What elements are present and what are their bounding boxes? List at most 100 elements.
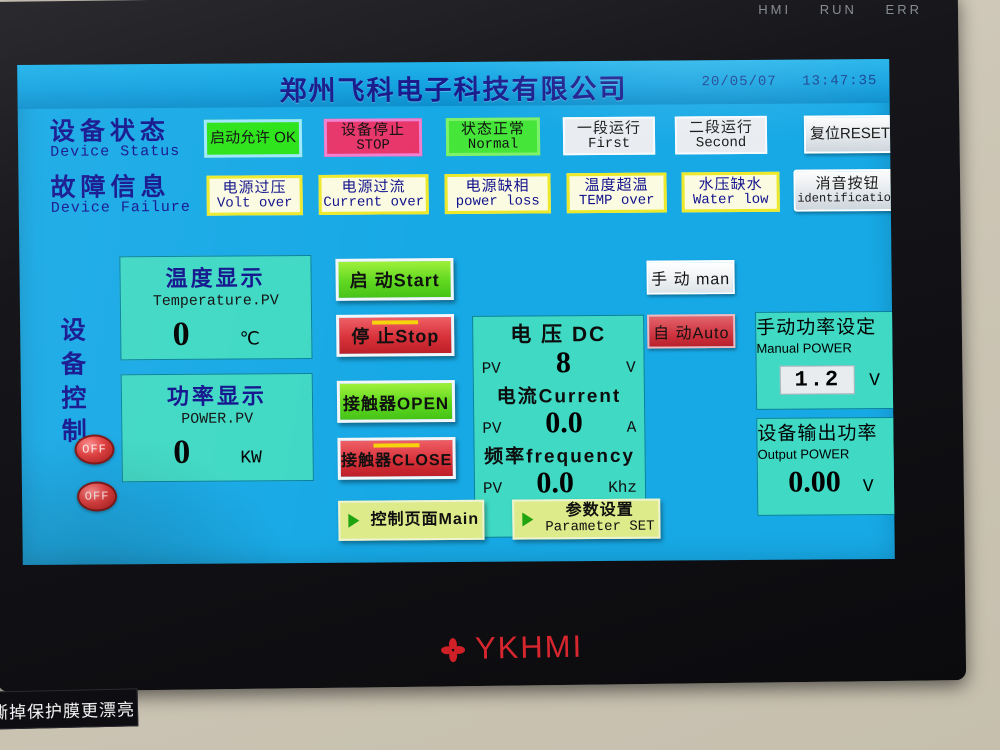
manual-mode-label: 手 动 man [651,271,731,289]
nav-main-page-text: 控制页面Main [367,510,482,529]
contactor-close-label: 接触器CLOSE [341,452,453,470]
status-lamp-first-stage-en: First [587,135,631,152]
screen-title-bar: 郑州飞科电子科技有限公司 20/05/07 13:47:35 [17,58,890,110]
current-unit: A [626,418,637,437]
voltage-value: 8 [555,346,572,380]
fault-lamp-water-low[interactable]: 水压缺水 Water low [681,171,780,213]
fault-lamp-power-loss-en: power loss [455,192,540,210]
contactor-open-button[interactable]: 接触器OPEN [336,380,456,423]
voltage-pv-label: PV [481,359,501,378]
datetime-display: 20/05/07 13:47:35 [701,73,877,90]
status-lamp-device-stop[interactable]: 设备停止 STOP [323,118,423,157]
power-panel-title-en: POWER.PV [181,410,254,428]
date-text: 20/05/07 [701,73,777,91]
vertical-char-3: 控 [61,384,87,413]
time-text: 13:47:35 [802,73,878,90]
frequency-title: 频率frequency [484,445,636,468]
temperature-value-row: 0 ℃ [121,315,311,354]
status-lamp-first-stage-cn: 一段运行 [576,119,642,137]
indicator-lamp-2[interactable]: OFF [76,481,118,512]
status-lamp-normal[interactable]: 状态正常 Normal [445,117,541,157]
fault-lamp-temp-over-en: TEMP over [578,192,655,209]
device-failure-label-en: Device Failure [50,199,191,218]
status-lamp-normal-cn: 状态正常 [460,120,526,138]
current-value: 0.0 [545,406,583,440]
vertical-char-1: 设 [60,316,86,345]
output-power-panel: 设备输出功率 Output POWER 0.00 V [756,416,895,516]
fault-lamp-volt-over[interactable]: 电源过压 Volt over [206,175,303,216]
output-power-value-row: 0.00 V [758,465,895,500]
fault-lamp-current-over[interactable]: 电源过流 Current over [318,174,429,215]
indicator-lamp-1[interactable]: OFF [74,434,115,465]
temperature-value: 0 [172,315,190,353]
contactor-close-button[interactable]: 接触器CLOSE [337,437,456,480]
mute-identification-button[interactable]: 消音按钮 identification [793,168,895,212]
protective-film-sticker: 撕掉保护膜更漂亮 [0,688,139,730]
power-value: 0 [173,433,191,471]
manual-mode-button[interactable]: 手 动 man [646,260,735,295]
fault-lamp-water-low-cn: 水压缺水 [698,175,763,194]
nav-parameter-set-button[interactable]: 参数设置 Parameter SET [512,498,661,540]
status-lamp-device-stop-en: STOP [356,136,390,154]
fault-lamp-volt-over-cn: 电源过压 [222,178,287,197]
fault-lamp-power-loss[interactable]: 电源缺相 power loss [444,173,551,215]
fault-lamp-current-over-cn: 电源过流 [341,178,406,196]
power-panel: 功率显示 POWER.PV 0 KW [120,373,314,483]
nav-main-page-label: 控制页面Main [370,510,480,529]
output-power-value: 0.00 [788,465,841,499]
power-value-row: 0 KW [122,433,312,472]
output-power-title-cn: 设备输出功率 [757,423,878,445]
hmi-screen: 郑州飞科电子科技有限公司 20/05/07 13:47:35 设备状态 Devi… [17,58,895,566]
manual-power-input[interactable]: 1.2 [779,365,856,395]
mute-identification-cn: 消音按钮 [815,174,880,193]
nav-parameter-set-text: 参数设置 Parameter SET [541,502,658,535]
reset-button-label: 复位RESET [809,125,891,143]
status-lamp-second-stage-cn: 二段运行 [688,118,754,137]
vertical-char-2: 备 [60,350,87,379]
bezel-label-err: ERR [885,2,922,17]
fault-lamp-temp-over[interactable]: 温度超温 TEMP over [566,172,667,214]
start-button-label: 启 动Start [349,270,440,291]
nav-main-page-button[interactable]: 控制页面Main [338,499,485,541]
manual-power-panel: 手动功率设定 Manual POWER 1.2 V [755,310,895,410]
output-power-title-en: Output POWER [757,446,850,462]
brand-logo: YKHMI [440,629,584,668]
manual-power-unit: V [869,371,881,392]
current-pv-label: PV [482,419,502,438]
flower-mark-icon [440,636,466,663]
status-lamp-start-permit-label: 启动允许 OK [209,129,297,147]
bezel-status-labels: HMI RUN ERR [736,2,922,17]
voltage-unit: V [625,358,636,377]
indicator-lamp-2-label: OFF [84,489,110,504]
fault-lamp-power-loss-cn: 电源缺相 [465,177,530,195]
manual-power-title-en: Manual POWER [756,340,852,356]
stop-button-indicator-bar [372,320,419,325]
reset-button[interactable]: 复位RESET [803,114,895,154]
fault-lamp-temp-over-cn: 温度超温 [584,176,649,194]
stop-button[interactable]: 停 止Stop [336,314,455,357]
current-row: PV 0.0 A [474,406,644,441]
fault-lamp-water-low-en: Water low [692,191,769,208]
mute-identification-en: identification [797,190,895,206]
stop-button-label: 停 止Stop [351,326,440,347]
output-power-unit: V [862,477,874,498]
current-title: 电流Current [496,385,622,408]
start-button[interactable]: 启 动Start [335,258,454,301]
status-lamp-start-permit[interactable]: 启动允许 OK [203,119,303,158]
status-lamp-first-stage[interactable]: 一段运行 First [562,116,656,156]
status-lamp-second-stage[interactable]: 二段运行 Second [674,115,768,155]
fault-lamp-volt-over-en: Volt over [216,194,293,212]
temperature-panel: 温度显示 Temperature.PV 0 ℃ [119,255,313,361]
contactor-open-label: 接触器OPEN [342,393,450,414]
manual-power-value-row: 1.2 V [757,365,895,395]
bezel-label-hmi: HMI [758,2,792,17]
manual-power-title-cn: 手动功率设定 [756,317,877,339]
temperature-unit: ℃ [239,330,261,351]
power-unit: KW [240,448,263,469]
frequency-value: 0.0 [536,466,575,500]
auto-mode-label: 自 动Auto [652,325,730,343]
auto-mode-button[interactable]: 自 动Auto [647,314,736,349]
power-panel-title-cn: 功率显示 [166,383,268,410]
status-lamp-device-stop-cn: 设备停止 [340,121,406,139]
status-lamp-normal-en: Normal [467,136,519,153]
